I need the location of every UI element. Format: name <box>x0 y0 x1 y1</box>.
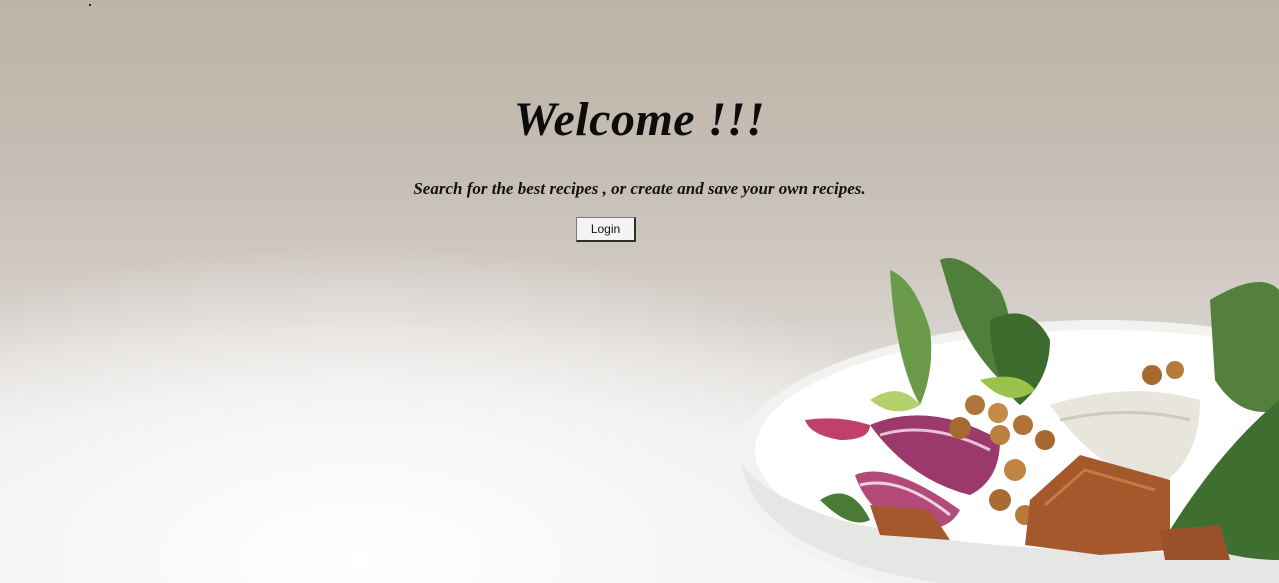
tagline-text: Search for the best recipes , or create … <box>413 179 866 198</box>
salad-bowl-image <box>730 258 1279 583</box>
login-button[interactable]: Login <box>576 217 636 242</box>
welcome-heading: Welcome !!! <box>513 93 766 146</box>
corner-dot <box>89 4 91 6</box>
hero-section: Welcome !!! Search for the best recipes … <box>0 0 1279 583</box>
